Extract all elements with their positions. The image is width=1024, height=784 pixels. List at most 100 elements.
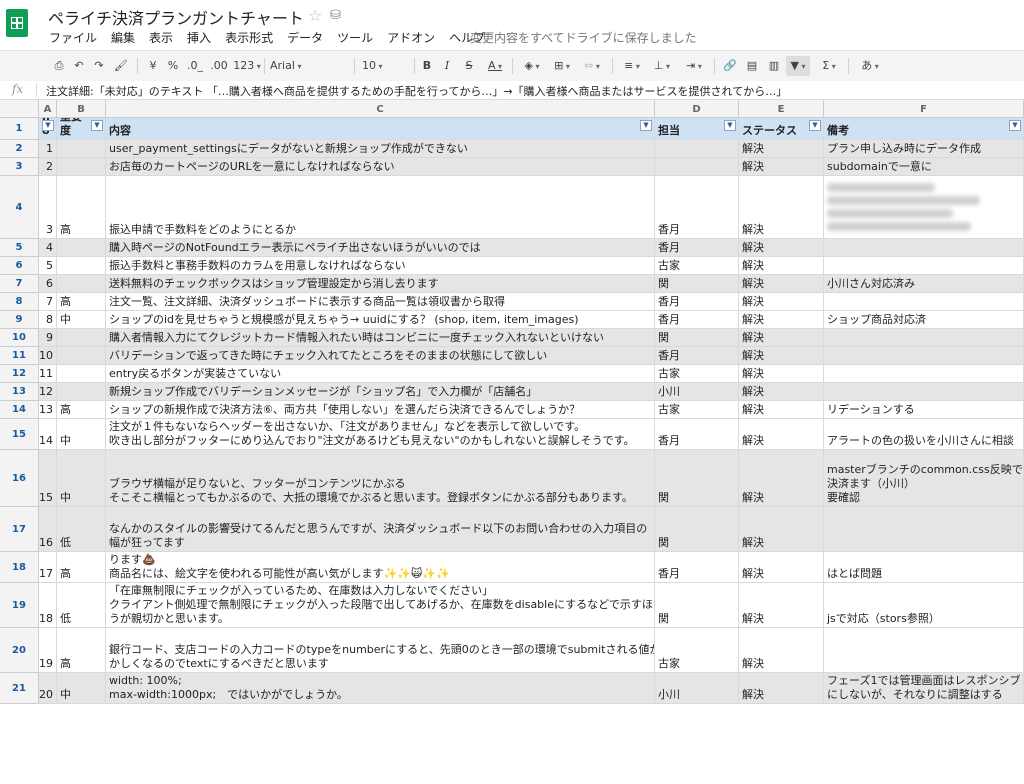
cell-status[interactable]: 解決 bbox=[739, 507, 824, 552]
header-cell-importance[interactable]: 重要度▼ bbox=[57, 118, 106, 140]
row-number[interactable]: 10 bbox=[0, 329, 39, 347]
cell-content[interactable]: 銀行コード、支店コードの入力コードのtypeをnumberにすると、先頭0のとき… bbox=[106, 628, 655, 673]
header-cell-owner[interactable]: 担当 ▼ bbox=[655, 118, 739, 140]
column-header-d[interactable]: D bbox=[655, 100, 739, 118]
percent-format-button[interactable]: % bbox=[166, 56, 180, 76]
borders-icon[interactable]: ⊞ bbox=[550, 56, 574, 76]
row-number[interactable]: 18 bbox=[0, 552, 39, 583]
font-size-dropdown[interactable]: 10 bbox=[362, 56, 406, 76]
formula-input[interactable]: 注文詳細:「未対応」のテキスト 「…購入者様へ商品を提供するための手配を行ってか… bbox=[46, 83, 787, 99]
column-header-f[interactable]: F bbox=[824, 100, 1024, 118]
cell-importance[interactable] bbox=[57, 365, 106, 383]
cell-note[interactable] bbox=[824, 257, 1024, 275]
text-wrap-icon[interactable]: ⇥ bbox=[680, 56, 708, 76]
cell-note[interactable] bbox=[824, 293, 1024, 311]
drive-folder-icon[interactable]: ⛁ bbox=[330, 8, 341, 23]
cell-content[interactable]: お店毎のカートページのURLを一意にしなければならない bbox=[106, 158, 655, 176]
cell-importance[interactable] bbox=[57, 275, 106, 293]
cell-no[interactable]: 16 bbox=[39, 507, 57, 552]
menu-item[interactable]: ファイル bbox=[42, 29, 104, 46]
cell-note[interactable] bbox=[824, 383, 1024, 401]
cell-no[interactable]: 10 bbox=[39, 347, 57, 365]
column-header-b[interactable]: B bbox=[57, 100, 106, 118]
column-header-e[interactable]: E bbox=[739, 100, 824, 118]
cell-no[interactable]: 7 bbox=[39, 293, 57, 311]
cell-content[interactable]: 振込申請で手数料をどのようにとるか bbox=[106, 176, 655, 239]
cell-status[interactable]: 解決 bbox=[739, 329, 824, 347]
vertical-align-icon[interactable]: ⊥ bbox=[650, 56, 674, 76]
cell-content[interactable]: 購入者情報入力にてクレジットカード情報入れたい時はコンビニに一度チェック入れない… bbox=[106, 329, 655, 347]
cell-owner[interactable]: 古家 bbox=[655, 401, 739, 419]
cell-no[interactable]: 8 bbox=[39, 311, 57, 329]
cell-no[interactable]: 13 bbox=[39, 401, 57, 419]
header-cell-content[interactable]: 内容 ▼ bbox=[106, 118, 655, 140]
cell-note[interactable]: subdomainで一意に bbox=[824, 158, 1024, 176]
merge-cells-icon[interactable]: ⇔ bbox=[580, 56, 604, 76]
cell-content[interactable]: entry戻るボタンが実装さていない bbox=[106, 365, 655, 383]
cell-status[interactable]: 解決 bbox=[739, 140, 824, 158]
cell-content[interactable]: 新規ショップ作成でバリデーションメッセージが「ショップ名」で入力欄が「店舗名」 bbox=[106, 383, 655, 401]
cell-content[interactable]: バリデーションで返ってきた時にチェック入れてたところをそのままの状態にして欲しい bbox=[106, 347, 655, 365]
menu-item[interactable]: 表示形式 bbox=[218, 29, 280, 46]
cell-owner[interactable] bbox=[655, 140, 739, 158]
cell-owner[interactable]: 香月 bbox=[655, 419, 739, 450]
cell-content[interactable]: 注文一覧、注文詳細、決済ダッシュボードに表示する商品一覧は領収書から取得 bbox=[106, 293, 655, 311]
cell-status[interactable]: 解決 bbox=[739, 401, 824, 419]
cell-importance[interactable] bbox=[57, 239, 106, 257]
cell-owner[interactable]: 香月 bbox=[655, 293, 739, 311]
cell-note[interactable] bbox=[824, 239, 1024, 257]
row-number[interactable]: 3 bbox=[0, 158, 39, 176]
cell-owner[interactable]: 関 bbox=[655, 450, 739, 507]
cell-importance[interactable]: 低 bbox=[57, 583, 106, 628]
star-icon[interactable]: ☆ bbox=[308, 6, 322, 25]
cell-importance[interactable] bbox=[57, 329, 106, 347]
cell-owner[interactable]: 古家 bbox=[655, 365, 739, 383]
row-number[interactable]: 12 bbox=[0, 365, 39, 383]
font-family-dropdown[interactable]: Arial bbox=[270, 56, 342, 76]
cell-owner[interactable]: 香月 bbox=[655, 347, 739, 365]
cell-note[interactable] bbox=[824, 628, 1024, 673]
cell-content[interactable]: user_payment_settingsにデータがないと新規ショップ作成ができ… bbox=[106, 140, 655, 158]
cell-owner[interactable]: 香月 bbox=[655, 239, 739, 257]
cell-importance[interactable]: 低 bbox=[57, 507, 106, 552]
row-number[interactable]: 17 bbox=[0, 507, 39, 552]
cell-no[interactable]: 12 bbox=[39, 383, 57, 401]
cell-owner[interactable]: 古家 bbox=[655, 628, 739, 673]
cell-status[interactable]: 解決 bbox=[739, 419, 824, 450]
header-cell-no[interactable]: no▼ bbox=[39, 118, 57, 140]
filter-dropdown-icon[interactable]: ▼ bbox=[640, 120, 652, 131]
document-title[interactable]: ペライチ決済プランガントチャート bbox=[48, 5, 304, 29]
row-number[interactable]: 21 bbox=[0, 673, 39, 704]
cell-status[interactable]: 解決 bbox=[739, 673, 824, 704]
cell-owner[interactable]: 関 bbox=[655, 329, 739, 347]
cell-content[interactable]: 送料無料のチェックボックスはショップ管理設定から消し去ります bbox=[106, 275, 655, 293]
print-icon[interactable]: ⎙ bbox=[52, 56, 66, 76]
cell-status[interactable]: 解決 bbox=[739, 552, 824, 583]
cell-note[interactable]: アラートの色の扱いを小川さんに相談 bbox=[824, 419, 1024, 450]
cell-owner[interactable]: 香月 bbox=[655, 176, 739, 239]
cell-no[interactable]: 11 bbox=[39, 365, 57, 383]
cell-no[interactable]: 2 bbox=[39, 158, 57, 176]
header-cell-status[interactable]: ステータス ▼ bbox=[739, 118, 824, 140]
row-number[interactable]: 6 bbox=[0, 257, 39, 275]
cell-note[interactable] bbox=[824, 507, 1024, 552]
cell-status[interactable]: 解決 bbox=[739, 239, 824, 257]
currency-format-button[interactable]: ¥ bbox=[146, 56, 160, 76]
cell-no[interactable]: 6 bbox=[39, 275, 57, 293]
menu-item[interactable]: 表示 bbox=[142, 29, 180, 46]
row-number[interactable]: 13 bbox=[0, 383, 39, 401]
row-number[interactable]: 14 bbox=[0, 401, 39, 419]
filter-dropdown-icon[interactable]: ▼ bbox=[809, 120, 821, 131]
cell-note[interactable]: フェーズ1では管理画面はレスポンシブ にしないが、それなりに調整はする bbox=[824, 673, 1024, 704]
text-color-button[interactable]: A bbox=[482, 56, 508, 76]
insert-chart-icon[interactable]: ▥ bbox=[766, 56, 782, 76]
increase-decimal-button[interactable]: .00 bbox=[208, 56, 230, 76]
cell-content[interactable]: 最新の注文一覧注文が１件もないならヘッダーを出さないか、「注文がありません」など… bbox=[106, 419, 655, 450]
cell-note[interactable]: ショップ商品対応済 bbox=[824, 311, 1024, 329]
insert-comment-icon[interactable]: ▤ bbox=[744, 56, 760, 76]
cell-owner[interactable]: 香月 bbox=[655, 552, 739, 583]
italic-button[interactable]: I bbox=[440, 56, 454, 76]
filter-dropdown-icon[interactable]: ▼ bbox=[1009, 120, 1021, 131]
cell-note[interactable]: masterブランチのcommon.css反映で解 決済ます（小川） 要確認 bbox=[824, 450, 1024, 507]
cell-note[interactable]: jsで対応（stors参照） bbox=[824, 583, 1024, 628]
